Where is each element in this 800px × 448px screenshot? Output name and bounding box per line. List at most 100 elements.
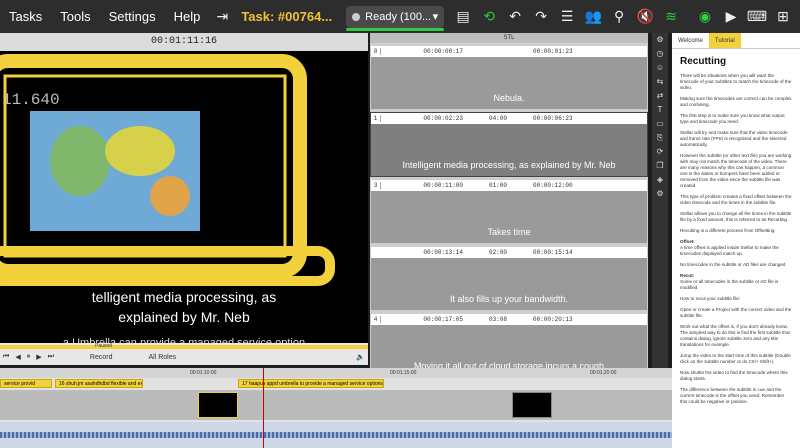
- tutorial-paragraph: A time offset is applied inside Stellar …: [680, 245, 779, 256]
- roles-dropdown[interactable]: All Roles: [145, 354, 179, 361]
- cue-start-time[interactable]: 00:00:02:23: [381, 115, 463, 122]
- audio-track[interactable]: [0, 422, 672, 448]
- tutorial-paragraph: No timecodes in the subtitle or AD files…: [680, 262, 786, 267]
- tool-icon[interactable]: ⚙: [652, 35, 668, 47]
- menu-tools[interactable]: Tools: [51, 9, 99, 24]
- cue-text[interactable]: Nebula.: [371, 93, 647, 103]
- timeline-subtitle[interactable]: 17 haapus appd umbrella to provide a man…: [238, 379, 384, 388]
- bookmark-icon[interactable]: ▭: [652, 119, 668, 131]
- step-back-icon[interactable]: ◀: [12, 353, 23, 361]
- cue-duration[interactable]: 04:00: [463, 115, 533, 122]
- play-video-icon[interactable]: ▶: [718, 4, 744, 30]
- subtitle-cue[interactable]: 00:00:13:14 02:00 00:00:15:14 It also fills…: [370, 246, 648, 311]
- cue-end-time[interactable]: 00:00:12:00: [533, 182, 598, 189]
- record-dropdown[interactable]: Record: [87, 354, 116, 361]
- tutorial-paragraph: However the subtitle (or other text file…: [680, 153, 792, 188]
- cue-number[interactable]: 3: [371, 182, 381, 189]
- position-track[interactable]: [0, 345, 368, 349]
- timeline[interactable]: 00:01:10:00 00:01:15:00 00:01:20:00 serv…: [0, 368, 672, 448]
- step-forward-icon[interactable]: ▶: [33, 353, 44, 361]
- sync-icon[interactable]: ⟲: [476, 4, 502, 30]
- keyboard-icon[interactable]: ⌨: [744, 4, 770, 30]
- cue-timing-row: 4 00:00:17:05 03:08 00:00:20:13: [371, 314, 647, 325]
- tutorial-paragraph: The first step is to make sure you know …: [680, 113, 785, 124]
- status-dropdown[interactable]: Ready (100... ▾: [346, 5, 445, 31]
- cue-start-time[interactable]: 00:00:00:17: [381, 48, 463, 55]
- top-toolbar: Tasks Tools Settings Help ⇥ Task: #00764…: [0, 0, 800, 33]
- menu-settings[interactable]: Settings: [100, 9, 165, 24]
- grid-icon[interactable]: ⊞: [770, 4, 796, 30]
- ruler-tick: 00:01:20:00: [590, 370, 617, 376]
- cue-number[interactable]: 0: [371, 48, 381, 55]
- text-icon[interactable]: T: [652, 105, 668, 117]
- video-panel: 00:01:11:16 11.640 telligent media proce…: [0, 33, 368, 365]
- tutorial-paragraph: Recutting is a different process from Of…: [680, 228, 776, 233]
- tutorial-paragraph: This type of problem creates a fixed off…: [680, 194, 792, 205]
- audio-waveform: [0, 432, 672, 438]
- cue-end-time[interactable]: 00:00:06:23: [533, 115, 598, 122]
- ruler-tick: 00:01:15:00: [390, 370, 417, 376]
- subtitle-line-1: telligent media processing, as: [91, 289, 277, 305]
- subtitle-cue[interactable]: 3 00:00:11:00 01:00 00:00:12:00 Takes time: [370, 179, 648, 244]
- video-track[interactable]: [0, 390, 672, 420]
- cue-text[interactable]: Takes time: [371, 227, 647, 237]
- player-controls: ⏮ ◀ ⏸ ▶ ⏭ Record All Roles 🔈: [0, 351, 368, 363]
- subtitle-cue[interactable]: 4 00:00:17:05 03:08 00:00:20:13 Moving it al…: [370, 313, 648, 368]
- tab-tutorial[interactable]: Tutorial: [708, 33, 741, 48]
- undo-icon[interactable]: ↶: [502, 4, 528, 30]
- subtitle-cue[interactable]: 1 00:00:02:23 04:00 00:00:06:23 Intelligent …: [370, 112, 648, 177]
- shield-icon[interactable]: ◈: [652, 175, 668, 187]
- search-icon[interactable]: ⚲: [606, 4, 632, 30]
- rewind-icon[interactable]: ⏮: [0, 353, 12, 361]
- account-icon[interactable]: ◉: [692, 4, 718, 30]
- cue-start-time[interactable]: 00:00:11:00: [381, 182, 463, 189]
- users-icon[interactable]: 👥: [580, 4, 606, 30]
- track-label: Paused: [95, 343, 112, 349]
- subtitle-cue[interactable]: 0 00:00:00:17 00:00:01:23 Nebula.: [370, 45, 648, 110]
- tab-welcome[interactable]: Welcome: [672, 33, 709, 48]
- volume-icon[interactable]: 🔈: [353, 353, 368, 361]
- timeline-subtitle[interactable]: 16 shuh.jm asahdhdbd flexible and expa: [55, 379, 143, 388]
- cue-end-time[interactable]: 00:00:20:13: [533, 316, 598, 323]
- cue-number[interactable]: 1: [371, 115, 381, 122]
- cue-number[interactable]: 4: [371, 316, 381, 323]
- timeline-subtitle[interactable]: service provid: [0, 379, 52, 388]
- cue-duration[interactable]: 02:00: [463, 249, 533, 256]
- overlay-timecode: 11.640: [2, 91, 60, 109]
- video-player[interactable]: 11.640 telligent media processing, as ex…: [0, 51, 368, 363]
- clock-icon[interactable]: ◷: [652, 49, 668, 61]
- settings-icon[interactable]: ⚙: [652, 189, 668, 201]
- cue-duration[interactable]: 03:08: [463, 316, 533, 323]
- exit-icon[interactable]: ⇥: [209, 4, 235, 30]
- people-icon[interactable]: ☺: [652, 63, 668, 75]
- cue-end-time[interactable]: 00:00:01:23: [533, 48, 598, 55]
- mute-icon[interactable]: 🔇: [632, 4, 658, 30]
- sync-clip-icon[interactable]: ⟳: [652, 147, 668, 159]
- cue-text[interactable]: Intelligent media processing, as explain…: [371, 160, 647, 170]
- menu-tasks[interactable]: Tasks: [0, 9, 51, 24]
- cue-end-time[interactable]: 00:00:15:14: [533, 249, 598, 256]
- tutorial-paragraph: Some or all timecodes in the subtitle or…: [680, 279, 779, 290]
- cue-text[interactable]: It also fills up your bandwidth.: [371, 294, 647, 304]
- list-icon[interactable]: ☰: [554, 4, 580, 30]
- link-icon[interactable]: ⎘: [652, 133, 668, 145]
- cue-start-time[interactable]: 00:00:17:05: [381, 316, 463, 323]
- timeline-ruler: 00:01:10:00 00:01:15:00 00:01:20:00: [0, 368, 672, 378]
- playhead[interactable]: [263, 368, 264, 448]
- menu-help[interactable]: Help: [165, 9, 210, 24]
- pause-icon[interactable]: ⏸: [24, 353, 34, 361]
- cue-text[interactable]: Moving it all out of cloud storage incur…: [371, 361, 647, 368]
- book-icon[interactable]: ▤: [450, 4, 476, 30]
- timeline-subtitles: service provid 16 shuh.jm asahdhdbd flex…: [0, 378, 672, 390]
- cue-duration[interactable]: 01:00: [463, 182, 533, 189]
- side-toolbar: ⚙ ◷ ☺ ⇆ ⇄ T ▭ ⎘ ⟳ ❐ ◈ ⚙: [652, 33, 668, 368]
- split-icon[interactable]: ⇆: [652, 77, 668, 89]
- merge-icon[interactable]: ⇄: [652, 91, 668, 103]
- wifi-icon: ≋: [665, 8, 678, 24]
- redo-icon[interactable]: ↷: [528, 4, 554, 30]
- copy-icon[interactable]: ❐: [652, 161, 668, 173]
- fast-forward-icon[interactable]: ⏭: [45, 353, 57, 361]
- tutorial-paragraph: Open or create a Project with the correc…: [680, 307, 792, 318]
- tutorial-paragraph: Work out what the offset is, if you don'…: [680, 324, 790, 347]
- cue-start-time[interactable]: 00:00:13:14: [381, 249, 463, 256]
